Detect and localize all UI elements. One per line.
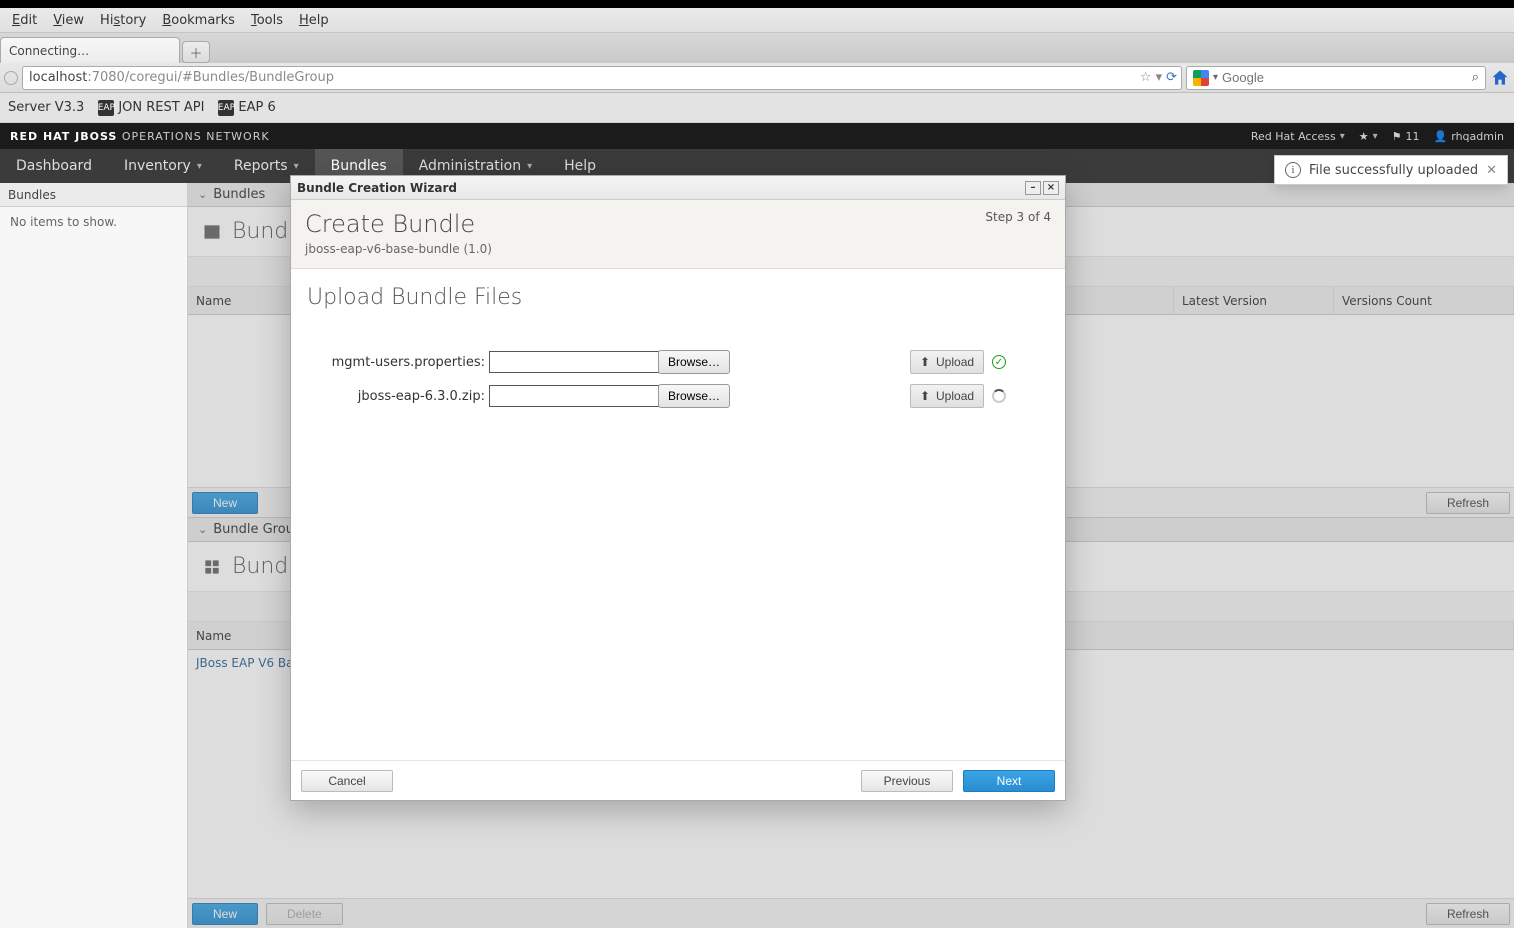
bookmark-star-icon[interactable]: ☆ [1140,70,1152,85]
toast-notification: i File successfully uploaded ✕ [1274,155,1508,185]
sidebar: Bundles No items to show. [0,183,188,928]
search-box[interactable]: ▾ ⌕ [1186,66,1486,90]
nav-inventory[interactable]: Inventory▾ [108,149,218,183]
modal-titlebar[interactable]: Bundle Creation Wizard – × [291,176,1065,200]
chevron-down-icon: ▾ [1373,131,1378,142]
modal-title-text: Bundle Creation Wizard [297,181,457,195]
bookmarks-toolbar: Server V3.3 EAP JON REST API EAP EAP 6 [0,93,1514,123]
bundle-wizard-modal: Bundle Creation Wizard – × Create Bundle… [290,175,1066,801]
app-brand-bar: RED HAT JBOSS OPERATIONS NETWORK Red Hat… [0,123,1514,149]
modal-step-indicator: Step 3 of 4 [985,210,1051,224]
info-icon: i [1285,162,1301,178]
collapse-icon: ⌄ [198,523,207,536]
file-row-jboss-eap-zip: jboss-eap-6.3.0.zip: Browse… ⬆ Upload [307,384,1049,408]
menu-view[interactable]: View [45,13,92,28]
messages-button[interactable]: ⚑ 11 [1392,130,1420,143]
browser-menu-bar: Edit View History Bookmarks Tools Help [0,8,1514,33]
collapse-icon: ⌄ [198,188,207,201]
chevron-down-icon: ▾ [527,161,532,172]
groups-new-button[interactable]: New [192,903,258,925]
menu-edit[interactable]: Edit [4,13,45,28]
home-icon[interactable] [1490,68,1510,88]
google-icon [1193,70,1209,86]
new-tab-button[interactable]: ＋ [182,41,210,63]
site-identity-icon[interactable] [4,71,18,85]
url-path: :7080/coregui/#Bundles/BundleGroup [87,70,334,85]
menu-history[interactable]: History [92,13,154,28]
favorites-menu[interactable]: ★ ▾ [1359,130,1378,143]
bookmark-server[interactable]: Server V3.3 [8,100,84,115]
status-loading-icon [992,389,1006,403]
browse-button[interactable]: Browse… [658,384,730,408]
url-input[interactable]: localhost:7080/coregui/#Bundles/BundleGr… [22,66,1182,90]
menu-tools[interactable]: Tools [243,13,291,28]
address-bar-row: localhost:7080/coregui/#Bundles/BundleGr… [0,63,1514,93]
red-hat-access-menu[interactable]: Red Hat Access ▾ [1251,130,1345,143]
modal-header: Create Bundle jboss-eap-v6-base-bundle (… [291,200,1065,269]
bundle-icon [202,222,222,242]
modal-close-button[interactable]: × [1043,181,1059,195]
url-host: localhost [29,70,87,85]
reload-icon[interactable]: ⟳ [1166,70,1177,85]
bundle-group-icon [202,557,222,577]
browser-tab-bar: Connecting… ＋ [0,33,1514,63]
user-icon: 👤 [1434,130,1448,143]
groups-delete-button[interactable]: Delete [266,903,343,925]
brand-text: RED HAT JBOSS OPERATIONS NETWORK [10,130,270,143]
chevron-down-icon: ▾ [294,161,299,172]
file-input[interactable] [489,385,659,407]
search-engine-dropdown-icon[interactable]: ▾ [1213,72,1218,83]
search-input[interactable] [1222,70,1468,85]
cancel-button[interactable]: Cancel [301,770,393,792]
upload-icon: ⬆ [920,355,930,369]
file-input[interactable] [489,351,659,373]
chevron-down-icon: ▾ [197,161,202,172]
file-row-mgmt-users: mgmt-users.properties: Browse… ⬆ Upload … [307,350,1049,374]
upload-button[interactable]: ⬆ Upload [910,350,984,374]
bundles-new-button[interactable]: New [192,492,258,514]
bookmark-jon-rest-api[interactable]: EAP JON REST API [98,100,204,116]
search-submit-icon[interactable]: ⌕ [1472,70,1479,85]
modal-minimize-button[interactable]: – [1025,181,1041,195]
groups-footer: New Delete Refresh [188,898,1514,928]
status-success-icon: ✓ [992,355,1006,369]
previous-button[interactable]: Previous [861,770,953,792]
next-button[interactable]: Next [963,770,1055,792]
star-icon: ★ [1359,130,1369,143]
modal-footer: Cancel Previous Next [291,760,1065,800]
menu-help[interactable]: Help [291,13,337,28]
history-dropdown-icon[interactable]: ▾ [1156,70,1163,85]
window-titlebar [0,0,1514,8]
chevron-down-icon: ▾ [1340,131,1345,142]
eap-icon: EAP [218,100,234,116]
toast-close-button[interactable]: ✕ [1486,163,1497,178]
browser-tab[interactable]: Connecting… [0,37,180,63]
menu-bookmarks[interactable]: Bookmarks [154,13,243,28]
nav-dashboard[interactable]: Dashboard [0,149,108,183]
toast-text: File successfully uploaded [1309,163,1478,178]
file-label: mgmt-users.properties: [307,355,489,370]
modal-section-heading: Upload Bundle Files [307,285,1049,310]
modal-body: Upload Bundle Files mgmt-users.propertie… [291,269,1065,760]
bundles-refresh-button[interactable]: Refresh [1426,492,1510,514]
sidebar-section-bundles[interactable]: Bundles [0,183,187,207]
modal-heading: Create Bundle [305,210,492,238]
eap-icon: EAP [98,100,114,116]
modal-subtitle: jboss-eap-v6-base-bundle (1.0) [305,242,492,256]
bookmark-eap6[interactable]: EAP EAP 6 [218,100,275,116]
user-menu[interactable]: 👤 rhqadmin [1434,130,1504,143]
browser-tab-label: Connecting… [9,44,89,58]
sidebar-empty-text: No items to show. [0,207,187,237]
flag-icon: ⚑ [1392,130,1402,143]
col-versions-count[interactable]: Versions Count [1334,287,1514,314]
col-latest-version[interactable]: Latest Version [1174,287,1334,314]
groups-refresh-button[interactable]: Refresh [1426,903,1510,925]
file-label: jboss-eap-6.3.0.zip: [307,389,489,404]
browse-button[interactable]: Browse… [658,350,730,374]
upload-icon: ⬆ [920,389,930,403]
upload-button[interactable]: ⬆ Upload [910,384,984,408]
